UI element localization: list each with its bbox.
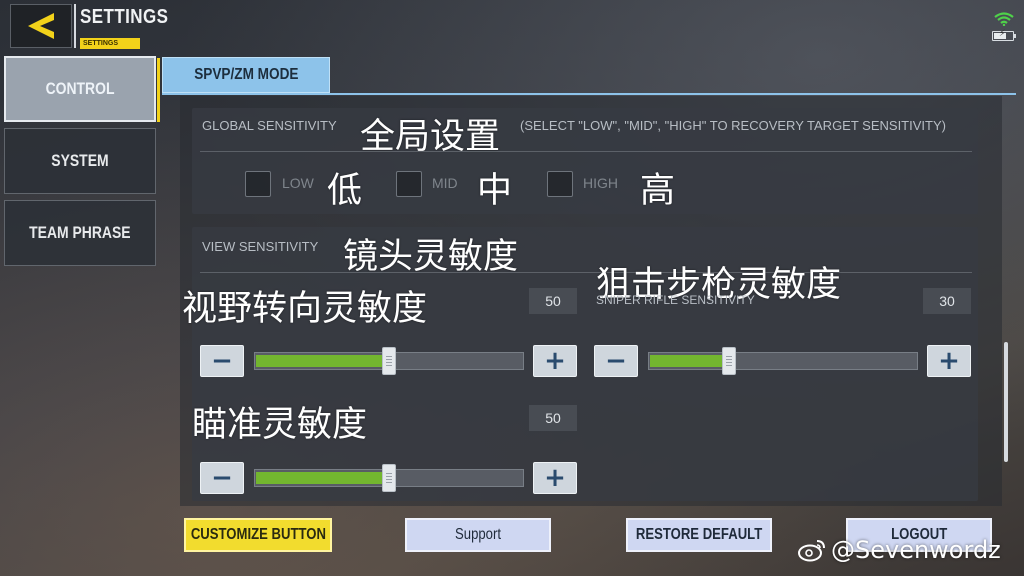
aim-annotation: 瞄准灵敏度 (192, 405, 368, 445)
mid-label: MID (432, 175, 458, 191)
sidebar-item-team-phrase[interactable]: TEAM PHRASE (4, 200, 156, 266)
mid-checkbox[interactable] (396, 171, 422, 197)
global-sensitivity-label: GLOBAL SENSITIVITY (202, 118, 337, 133)
plus-icon: + (938, 346, 960, 376)
sniper-rifle-value: 30 (923, 288, 971, 314)
sniper-rifle-label: SNIPER RIFLE SENSITIVITY (596, 293, 755, 307)
low-checkbox[interactable] (245, 171, 271, 197)
watermark-text: @Sevenwordz (831, 536, 1001, 564)
plus-icon: + (544, 346, 566, 376)
sidebar-item-label: SYSTEM (51, 151, 109, 170)
low-annotation: 低 (327, 171, 363, 211)
tab-label: SPVP/ZM MODE (193, 66, 299, 83)
sniper-rifle-increase-button[interactable]: + (927, 345, 971, 377)
view-turn-value: 50 (529, 288, 577, 314)
button-label: CUSTOMIZE BUTTON (190, 526, 326, 543)
watermark: @Sevenwordz (797, 536, 1001, 564)
high-annotation: 高 (640, 171, 676, 211)
page-subtitle-badge: SETTINGS (80, 38, 140, 49)
aim-slider-thumb[interactable] (382, 464, 396, 492)
customize-button[interactable]: CUSTOMIZE BUTTON (184, 518, 332, 552)
back-arrow-icon (28, 13, 54, 39)
slider-fill (650, 355, 730, 367)
support-button[interactable]: Support (405, 518, 551, 552)
minus-icon: − (211, 346, 233, 376)
view-turn-increase-button[interactable]: + (533, 345, 577, 377)
active-menu-indicator (157, 58, 160, 122)
sidebar-item-label: CONTROL (45, 79, 115, 98)
header-separator (74, 4, 76, 48)
aim-increase-button[interactable]: + (533, 462, 577, 494)
back-button[interactable] (10, 4, 72, 48)
global-sensitivity-hint: (SELECT "LOW", "MID", "HIGH" TO RECOVERY… (520, 118, 946, 133)
aim-value: 50 (529, 405, 577, 431)
button-label: RESTORE DEFAULT (635, 526, 763, 543)
divider (200, 151, 972, 152)
tab-underline (162, 93, 1016, 95)
high-checkbox[interactable] (547, 171, 573, 197)
slider-fill (256, 472, 389, 484)
sidebar-item-system[interactable]: SYSTEM (4, 128, 156, 194)
high-label: HIGH (583, 175, 618, 191)
sidebar-item-control[interactable]: CONTROL (4, 56, 156, 122)
page-title: SETTINGS (80, 6, 169, 28)
minus-icon: − (211, 463, 233, 493)
low-label: LOW (282, 175, 314, 191)
view-turn-slider-thumb[interactable] (382, 347, 396, 375)
sniper-rifle-decrease-button[interactable]: − (594, 345, 638, 377)
tab-spvp-zm-mode[interactable]: SPVP/ZM MODE (162, 57, 330, 93)
sniper-rifle-slider-track[interactable] (648, 352, 918, 370)
sniper-rifle-slider-thumb[interactable] (722, 347, 736, 375)
scrollbar[interactable] (1004, 342, 1008, 462)
sidebar-item-label: TEAM PHRASE (29, 223, 131, 242)
plus-icon: + (544, 463, 566, 493)
view-turn-annotation: 视野转向灵敏度 (182, 289, 428, 329)
weibo-logo-icon (798, 540, 825, 562)
divider (200, 272, 972, 273)
minus-icon: − (605, 346, 627, 376)
button-label: Support (455, 526, 501, 543)
mid-annotation: 中 (477, 171, 513, 211)
view-sensitivity-label: VIEW SENSITIVITY (202, 239, 319, 254)
restore-default-button[interactable]: RESTORE DEFAULT (626, 518, 772, 552)
slider-fill (256, 355, 389, 367)
view-turn-decrease-button[interactable]: − (200, 345, 244, 377)
wifi-icon (994, 12, 1014, 26)
battery-charging-icon: ⚡ (992, 29, 1016, 41)
aim-decrease-button[interactable]: − (200, 462, 244, 494)
